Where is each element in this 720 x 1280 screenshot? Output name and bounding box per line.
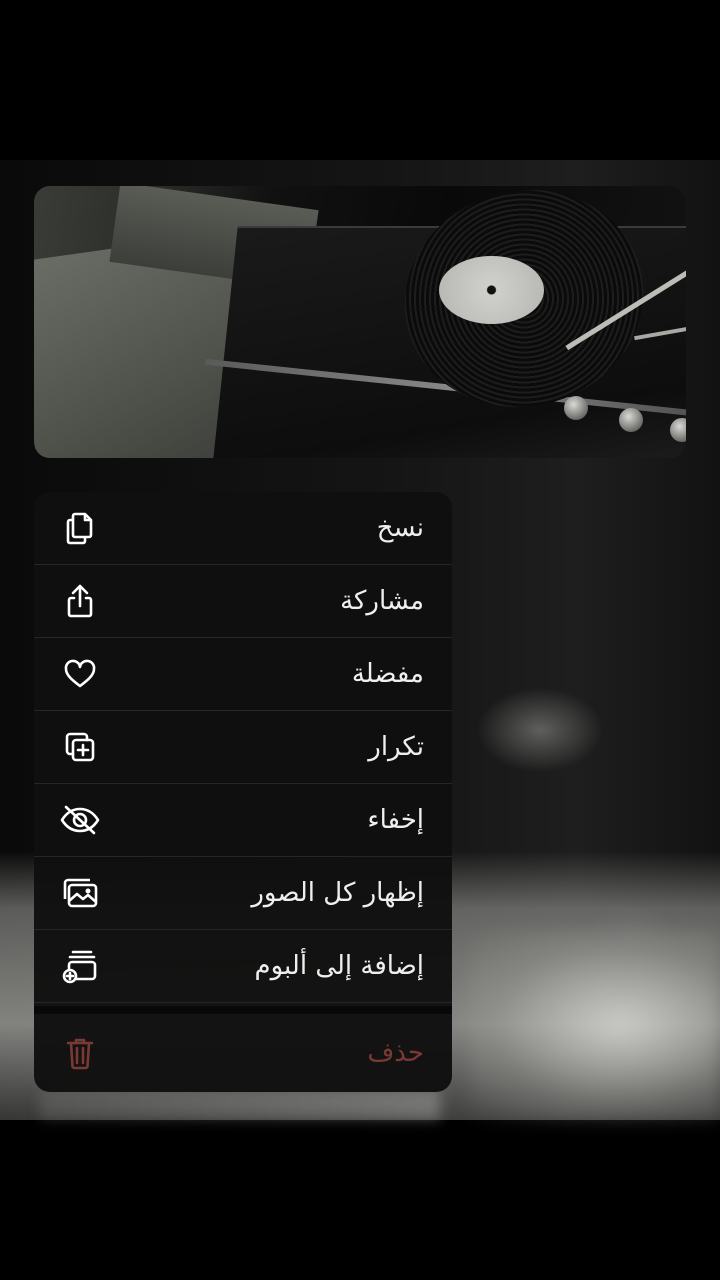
share-icon: [60, 581, 100, 621]
photo-preview[interactable]: [34, 186, 686, 458]
menu-item-label: نسخ: [376, 513, 424, 543]
menu-item-label: مشاركة: [340, 586, 424, 616]
photo-knob: [564, 396, 588, 420]
menu-item-hide[interactable]: إخفاء: [34, 784, 452, 857]
photo-record-label: [439, 256, 544, 324]
menu-item-label: إضافة إلى ألبوم: [254, 951, 424, 981]
trash-icon: [60, 1033, 100, 1073]
menu-item-label: تكرار: [368, 732, 424, 762]
background-highlight-bottom: [40, 1090, 440, 1120]
copy-icon: [60, 508, 100, 548]
menu-item-add-to-album[interactable]: إضافة إلى ألبوم: [34, 930, 452, 1003]
eye-slash-icon: [60, 800, 100, 840]
menu-item-copy[interactable]: نسخ: [34, 492, 452, 565]
menu-separator: [34, 1006, 452, 1014]
menu-item-label: إظهار كل الصور: [251, 878, 424, 908]
menu-item-share[interactable]: مشاركة: [34, 565, 452, 638]
menu-item-label: إخفاء: [367, 805, 424, 835]
context-menu: نسخ مشاركة مفضلة تكرار إخفاء إظهار كل ال…: [34, 492, 452, 1092]
heart-icon: [60, 654, 100, 694]
menu-item-favorite[interactable]: مفضلة: [34, 638, 452, 711]
background-highlight: [470, 930, 720, 1120]
menu-item-delete[interactable]: حذف: [34, 1014, 452, 1092]
menu-item-label: مفضلة: [351, 659, 424, 689]
duplicate-icon: [60, 727, 100, 767]
photo-knob: [619, 408, 643, 432]
menu-item-delete-label: حذف: [367, 1038, 424, 1068]
menu-item-show-all-photos[interactable]: إظهار كل الصور: [34, 857, 452, 930]
photos-icon: [60, 873, 100, 913]
add-to-album-icon: [60, 946, 100, 986]
menu-item-duplicate[interactable]: تكرار: [34, 711, 452, 784]
